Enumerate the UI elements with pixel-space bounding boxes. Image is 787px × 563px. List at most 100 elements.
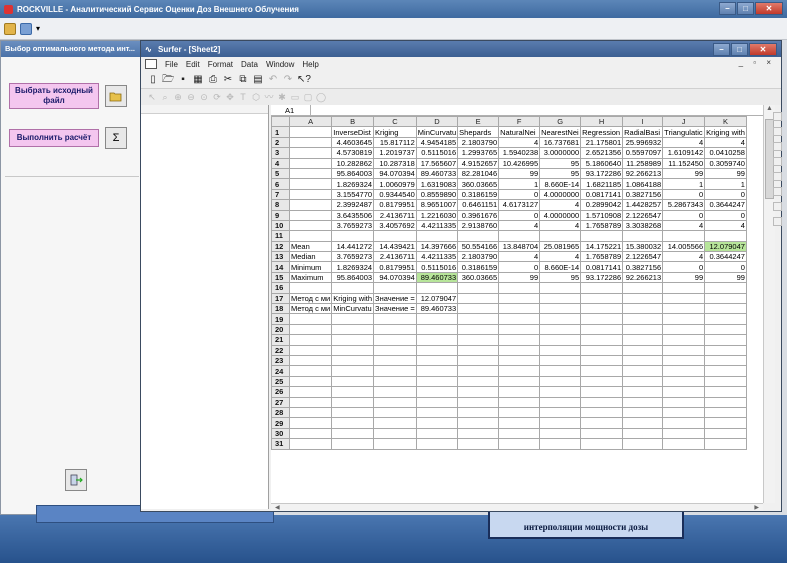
table-cell[interactable]: 4 [539, 251, 582, 263]
table-cell[interactable]: MinCurvatu [331, 303, 375, 315]
table-cell[interactable] [580, 406, 624, 419]
table-cell[interactable] [539, 386, 582, 398]
table-cell[interactable] [539, 323, 582, 336]
table-cell[interactable] [457, 282, 500, 294]
side-tool-icon[interactable] [772, 172, 782, 181]
table-cell[interactable] [415, 365, 459, 377]
table-cell[interactable] [331, 365, 375, 377]
table-cell[interactable] [580, 230, 624, 242]
table-cell[interactable]: 1.0864188 [622, 178, 664, 190]
table-cell[interactable]: 2.4136711 [373, 209, 417, 221]
table-cell[interactable]: 0 [498, 261, 541, 273]
table-cell[interactable] [415, 230, 459, 242]
document-icon[interactable] [145, 59, 157, 69]
table-cell[interactable]: Minimum [288, 261, 333, 273]
table-cell[interactable] [622, 323, 664, 336]
zoom-out-icon[interactable]: ⊖ [186, 92, 196, 102]
table-cell[interactable] [539, 292, 582, 305]
row-header[interactable]: 7 [271, 188, 290, 201]
table-cell[interactable] [704, 334, 747, 346]
table-cell[interactable]: 4 [539, 219, 582, 232]
save-icon[interactable]: ▪ [177, 74, 189, 86]
table-cell[interactable] [580, 334, 624, 346]
table-cell[interactable]: Regression [580, 126, 624, 138]
table-cell[interactable] [331, 427, 375, 440]
table-cell[interactable] [415, 396, 459, 408]
table-cell[interactable]: Median [288, 251, 333, 263]
print-icon[interactable]: ⎙ [207, 74, 219, 86]
side-tool-icon[interactable] [772, 202, 782, 211]
table-cell[interactable] [288, 188, 333, 201]
table-cell[interactable] [457, 334, 500, 346]
table-cell[interactable]: 4 [662, 219, 706, 232]
table-cell[interactable] [457, 323, 500, 336]
table-cell[interactable] [580, 365, 624, 377]
side-tool-icon[interactable] [772, 187, 782, 196]
column-header[interactable]: C [373, 115, 417, 128]
table-cell[interactable]: 0.3961676 [457, 209, 500, 221]
row-header[interactable]: 19 [271, 313, 290, 325]
column-header[interactable]: K [704, 115, 747, 128]
toolbar-icon-2[interactable] [20, 22, 32, 35]
side-tool-icon[interactable] [772, 142, 782, 151]
table-cell[interactable] [331, 282, 375, 294]
table-cell[interactable] [288, 209, 333, 221]
table-cell[interactable] [457, 230, 500, 242]
table-cell[interactable] [539, 303, 582, 315]
table-cell[interactable]: 1.2993765 [457, 147, 500, 159]
table-cell[interactable]: Kriging [373, 126, 417, 138]
table-cell[interactable]: 10.426995 [498, 157, 541, 169]
column-header[interactable]: B [331, 115, 375, 128]
copy-icon[interactable]: ⧉ [237, 74, 249, 86]
table-cell[interactable] [288, 427, 333, 440]
table-cell[interactable] [498, 354, 541, 367]
table-cell[interactable] [373, 375, 417, 388]
zoom-icon[interactable]: ⌕ [160, 92, 170, 102]
table-cell[interactable] [288, 230, 333, 242]
table-cell[interactable] [373, 313, 417, 325]
table-cell[interactable]: 2.3992487 [331, 199, 375, 211]
table-cell[interactable] [662, 313, 706, 325]
table-cell[interactable] [704, 438, 747, 450]
table-cell[interactable]: 95.864003 [331, 167, 375, 180]
table-cell[interactable] [331, 344, 375, 357]
table-cell[interactable] [288, 344, 333, 357]
table-cell[interactable] [288, 219, 333, 232]
row-header[interactable]: 30 [271, 427, 290, 440]
table-cell[interactable] [662, 282, 706, 294]
table-cell[interactable] [457, 365, 500, 377]
table-cell[interactable] [373, 230, 417, 242]
table-cell[interactable]: 3.4057692 [373, 219, 417, 232]
table-cell[interactable]: 0 [662, 209, 706, 221]
table-cell[interactable]: 82.281046 [457, 167, 500, 180]
table-cell[interactable] [457, 292, 500, 305]
cut-icon[interactable]: ✂ [222, 74, 234, 86]
table-cell[interactable]: 1.6319083 [415, 178, 459, 190]
row-header[interactable]: 9 [271, 209, 290, 221]
table-cell[interactable] [539, 375, 582, 388]
row-header[interactable]: 26 [271, 386, 290, 398]
folder-open-icon[interactable] [105, 85, 127, 107]
row-header[interactable]: 23 [271, 354, 290, 367]
table-cell[interactable]: 1 [662, 178, 706, 190]
table-cell[interactable]: 360.03665 [457, 271, 500, 284]
table-cell[interactable]: 4 [539, 199, 582, 211]
table-cell[interactable]: 99 [498, 271, 541, 284]
table-cell[interactable] [498, 438, 541, 450]
table-cell[interactable]: 5.2867343 [662, 199, 706, 211]
table-cell[interactable] [498, 282, 541, 294]
table-cell[interactable] [373, 344, 417, 357]
polygon-icon[interactable]: ⬡ [251, 92, 261, 102]
table-cell[interactable] [373, 323, 417, 336]
paste-icon[interactable]: ▤ [252, 74, 264, 86]
table-cell[interactable] [457, 354, 500, 367]
row-header[interactable]: 8 [271, 199, 290, 211]
table-cell[interactable] [331, 334, 375, 346]
table-cell[interactable]: 4.6173127 [498, 199, 541, 211]
table-cell[interactable] [498, 417, 541, 429]
toolbar-dropdown-icon[interactable]: ▾ [36, 24, 40, 33]
side-tool-icon[interactable] [772, 157, 782, 166]
table-cell[interactable]: 99 [498, 167, 541, 180]
table-cell[interactable] [457, 313, 500, 325]
table-cell[interactable] [539, 427, 582, 440]
